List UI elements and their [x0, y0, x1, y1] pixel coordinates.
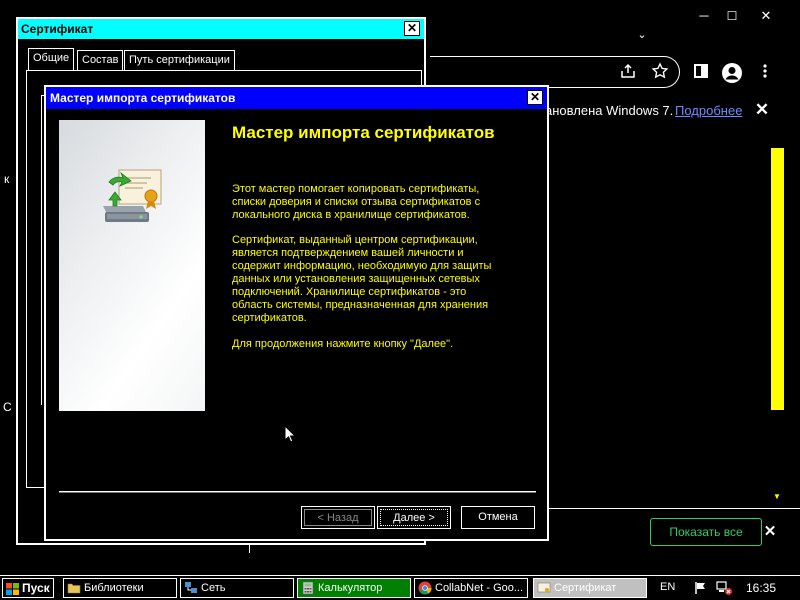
taskbar-item-network[interactable]: Сеть — [180, 578, 294, 598]
language-indicator[interactable]: EN — [660, 581, 675, 593]
dialog-title-text: Сертификат — [21, 22, 94, 36]
partial-text: к — [4, 172, 10, 186]
chrome-icon — [418, 581, 432, 595]
taskbar-item-label: CollabNet - Goo... — [435, 582, 524, 594]
tab-search-chevron-icon[interactable]: ⌄ — [632, 28, 652, 42]
network-disconnected-icon[interactable] — [716, 580, 732, 596]
back-button-label: < Назад — [304, 509, 372, 526]
calculator-icon — [301, 581, 315, 595]
wizard-title-text: Мастер импорта сертификатов — [50, 91, 236, 105]
infobar-text: ановлена Windows 7. — [545, 103, 674, 118]
maximize-button[interactable]: ☐ — [722, 8, 742, 24]
menu-kebab-icon[interactable] — [754, 62, 776, 82]
download-bar-divider — [540, 508, 800, 509]
import-wizard-dialog: Мастер импорта сертификатов ✕ Мастер имп… — [44, 85, 549, 541]
scroll-down-arrow-icon[interactable]: ▼ — [771, 492, 783, 502]
taskbar-item-label: Сертификат — [554, 582, 617, 594]
browser-close-button[interactable]: ✕ — [756, 8, 776, 24]
taskbar-item-certificate[interactable]: Сертификат — [533, 578, 647, 598]
wizard-separator — [59, 491, 536, 493]
taskbar-item-calculator[interactable]: Калькулятор — [297, 578, 411, 598]
share-icon[interactable] — [617, 62, 639, 82]
minimize-button[interactable]: ─ — [694, 8, 714, 24]
start-button[interactable]: Пуск — [2, 578, 54, 598]
back-button[interactable]: < Назад — [301, 506, 375, 529]
mouse-cursor-icon — [284, 424, 297, 443]
scrollbar-thumb[interactable] — [771, 148, 784, 410]
next-button-label: Далее > — [380, 509, 448, 526]
wizard-heading: Мастер импорта сертификатов — [232, 123, 495, 142]
certificate-dialog-close-button[interactable]: ✕ — [404, 21, 420, 36]
sidebar-icon[interactable] — [690, 62, 712, 82]
windows-logo-icon — [6, 582, 19, 595]
taskbar-item-label: Библиотеки — [84, 582, 144, 594]
next-button[interactable]: Далее > — [377, 506, 451, 529]
download-bar-close-button[interactable]: ✕ — [762, 523, 778, 541]
certificate-icon — [537, 581, 551, 595]
wizard-description-paragraph: Сертификат, выданный центром сертификаци… — [232, 234, 492, 324]
star-icon[interactable] — [649, 62, 671, 82]
folder-icon — [67, 581, 81, 595]
wizard-continue-paragraph: Для продолжения нажмите кнопку "Далее". — [232, 338, 454, 350]
tab-details[interactable]: Состав — [77, 50, 124, 70]
taskbar: Пуск Библиотеки Сеть Калькулятор CollabN… — [0, 575, 800, 600]
address-bar[interactable] — [430, 56, 680, 88]
tab-certification-path[interactable]: Путь сертификации — [124, 50, 235, 70]
cancel-button[interactable]: Отмена — [461, 506, 535, 529]
certificate-import-icon — [97, 166, 169, 228]
network-icon — [184, 581, 198, 595]
wizard-close-button[interactable]: ✕ — [527, 90, 543, 105]
infobar-close-button[interactable]: ✕ — [752, 100, 772, 120]
show-all-downloads-button[interactable]: Показать все — [650, 518, 762, 546]
certificate-dialog-title: Сертификат — [18, 19, 424, 39]
clock[interactable]: 16:35 — [746, 581, 776, 595]
profile-avatar-icon[interactable] — [721, 62, 743, 83]
taskbar-item-label: Сеть — [201, 582, 226, 594]
action-center-flag-icon[interactable] — [693, 580, 709, 596]
wizard-titlebar: Мастер импорта сертификатов — [46, 87, 547, 109]
taskbar-item-label: Калькулятор — [318, 582, 383, 594]
wizard-banner — [59, 120, 205, 411]
cancel-button-label: Отмена — [478, 511, 518, 523]
infobar-learn-more-link[interactable]: Подробнее — [675, 103, 742, 118]
partial-text: С — [3, 400, 12, 414]
taskbar-item-libraries[interactable]: Библиотеки — [63, 578, 177, 598]
start-label: Пуск — [22, 581, 50, 595]
wizard-intro-paragraph: Этот мастер помогает копировать сертифик… — [232, 183, 481, 221]
tab-general[interactable]: Общие — [28, 48, 75, 71]
taskbar-item-chrome[interactable]: CollabNet - Goo... — [414, 578, 528, 598]
